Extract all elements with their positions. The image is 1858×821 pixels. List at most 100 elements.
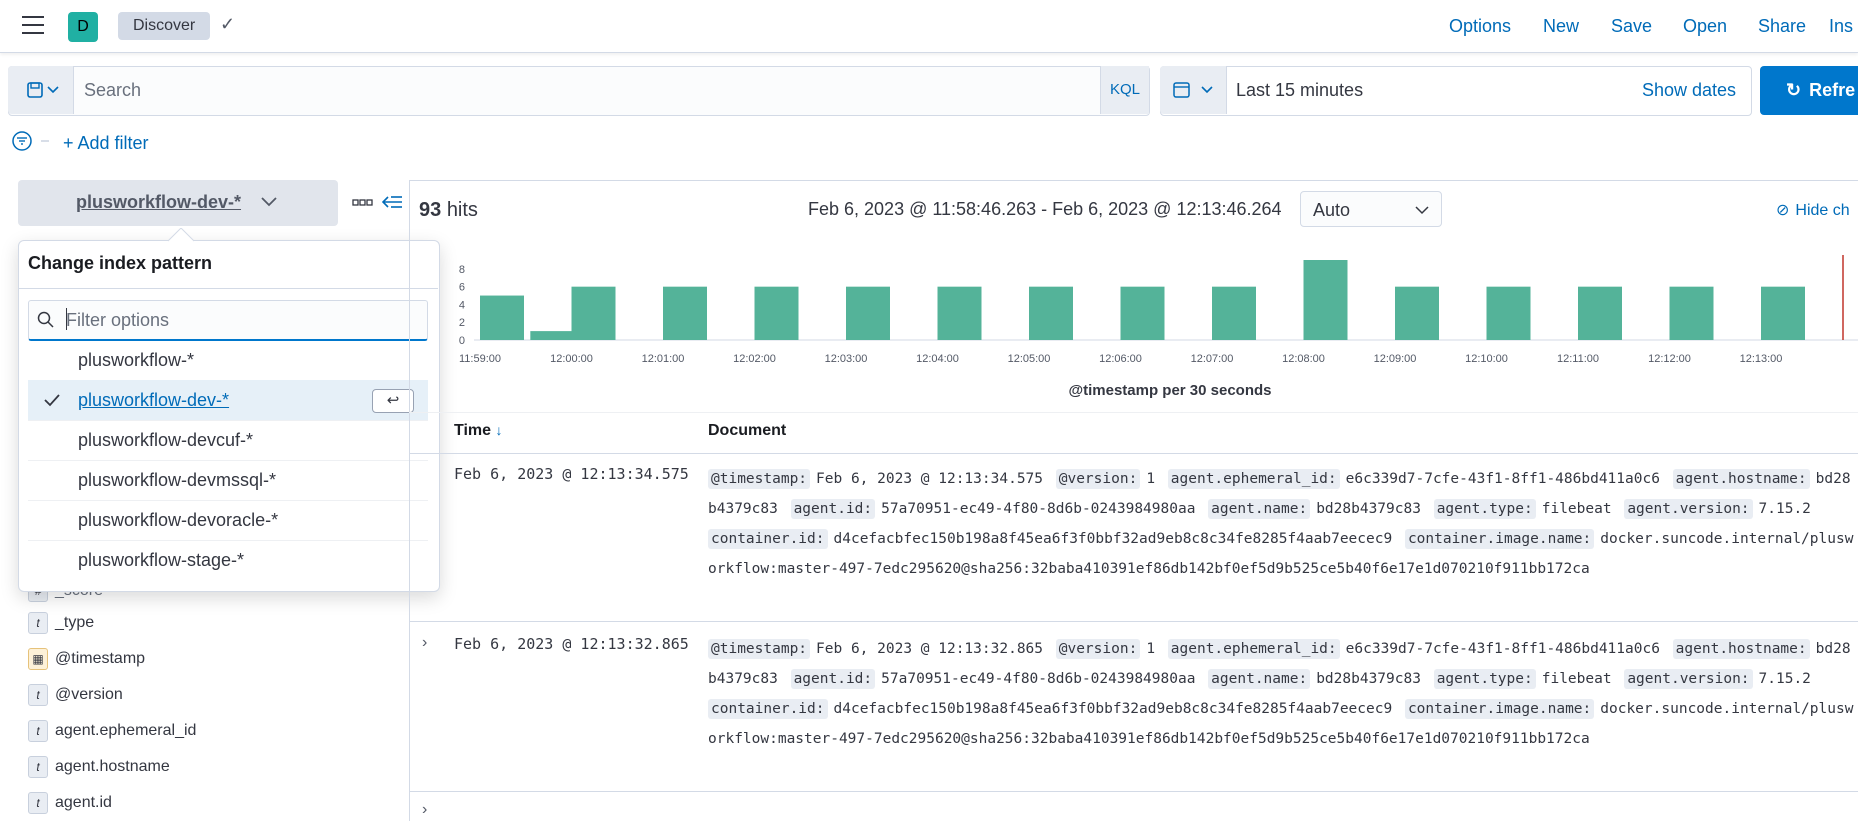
doc-field-value: filebeat [1541, 501, 1621, 517]
string-field-icon: t [28, 684, 48, 706]
expand-chevron-icon[interactable]: › [422, 801, 427, 819]
top-header [0, 0, 1858, 53]
field-item[interactable]: t @version [28, 684, 123, 706]
index-option[interactable]: plusworkflow-devmssql-* [28, 460, 428, 501]
eye-closed-icon: ⊘ [1776, 202, 1790, 219]
histogram-bar[interactable] [1761, 286, 1805, 340]
add-filter-button[interactable]: + Add filter [63, 133, 149, 154]
field-item[interactable]: t agent.hostname [28, 756, 170, 778]
histogram-bar[interactable] [754, 286, 799, 340]
doc-field-key: agent.ephemeral_id: [1167, 469, 1340, 489]
doc-field-key: @version: [1055, 639, 1141, 659]
nav-inspect[interactable]: Ins [1829, 16, 1853, 37]
x-tick-label: 11:59:00 [459, 353, 501, 365]
histogram-bar[interactable] [1395, 286, 1439, 340]
histogram-bar[interactable] [1120, 286, 1165, 340]
interval-select[interactable]: Auto [1300, 191, 1442, 227]
expand-chevron-icon[interactable]: › [422, 634, 427, 652]
histogram-bar[interactable] [937, 286, 982, 340]
field-name: agent.ephemeral_id [55, 722, 197, 740]
index-option[interactable]: plusworkflow-devcuf-* [28, 420, 428, 461]
histogram-bar[interactable] [1303, 260, 1348, 340]
collapse-sidebar-icon[interactable] [382, 194, 404, 212]
space-avatar[interactable]: D [68, 12, 98, 42]
index-option[interactable]: plusworkflow-* [28, 340, 428, 381]
x-tick-label: 12:07:00 [1191, 353, 1234, 365]
nav-open[interactable]: Open [1683, 16, 1727, 37]
row-time: Feb 6, 2023 @ 12:13:34.575 [454, 465, 689, 483]
time-range-label[interactable]: Last 15 minutes [1236, 80, 1363, 101]
show-dates-link[interactable]: Show dates [1642, 80, 1736, 101]
doc-field-value: 7.15.2 [1758, 501, 1811, 517]
histogram-bar[interactable] [1029, 286, 1073, 340]
field-item[interactable]: t agent.id [28, 792, 112, 814]
sort-down-icon[interactable]: ↓ [496, 422, 503, 438]
hide-chart-label: Hide ch [1795, 202, 1850, 219]
nav-share[interactable]: Share [1758, 16, 1806, 37]
index-option[interactable]: plusworkflow-stage-* [28, 540, 428, 580]
histogram-bar[interactable] [530, 331, 575, 340]
doc-field-key: agent.name: [1208, 669, 1311, 689]
doc-field-value: bd28b4379c83 [1316, 501, 1430, 517]
field-item[interactable]: t _type [28, 612, 94, 634]
doc-field-key: agent.ephemeral_id: [1167, 639, 1340, 659]
x-tick-label: 12:11:00 [1557, 353, 1599, 365]
histogram-bar[interactable] [846, 286, 890, 340]
saved-query-button[interactable] [8, 66, 74, 114]
column-time[interactable]: Time ↓ [454, 422, 503, 440]
field-item[interactable]: t agent.ephemeral_id [28, 720, 196, 742]
field-name: agent.id [55, 794, 112, 812]
options-icon[interactable] [352, 198, 374, 208]
doc-field-key: container.id: [708, 529, 828, 549]
histogram-bar[interactable] [571, 286, 616, 340]
hide-chart-button[interactable]: ⊘ Hide ch [1776, 200, 1850, 220]
histogram-bar[interactable] [1212, 286, 1256, 340]
histogram-bar[interactable] [480, 295, 524, 340]
filter-menu-icon[interactable] [12, 130, 52, 152]
histogram-bar[interactable] [1486, 286, 1531, 340]
histogram-bar[interactable] [663, 286, 707, 340]
chart-x-axis-title: @timestamp per 30 seconds [1068, 382, 1272, 399]
x-tick-label: 12:10:00 [1465, 353, 1508, 365]
menu-icon[interactable] [22, 16, 44, 34]
popover-arrow [168, 228, 194, 242]
kql-toggle[interactable]: KQL [1100, 66, 1149, 114]
search-input[interactable]: Search [84, 80, 141, 101]
field-item[interactable]: ▦ @timestamp [28, 648, 145, 670]
index-option-label: plusworkflow-devmssql-* [78, 470, 277, 490]
nav-save[interactable]: Save [1611, 16, 1652, 37]
doc-field-key: @timestamp: [708, 639, 811, 659]
histogram-chart[interactable]: 0 2 4 6 8 11:59:00 12:00:00 12:01:00 12:02:00 12:… [430, 245, 1858, 375]
enter-key-icon: ↩ [372, 389, 414, 413]
hits-label: hits [446, 199, 478, 221]
field-name: _type [55, 614, 95, 632]
checkmark-icon: ✓ [220, 14, 236, 34]
string-field-icon: t [28, 756, 48, 778]
doc-field-key: agent.hostname: [1672, 469, 1810, 489]
histogram-bar[interactable] [1669, 286, 1714, 340]
chevron-down-icon [1415, 206, 1429, 215]
doc-field-value: 1 [1146, 471, 1164, 487]
refresh-button[interactable]: ↻ Refre [1760, 66, 1858, 115]
nav-options[interactable]: Options [1449, 16, 1511, 37]
index-option-label: plusworkflow-devcuf-* [78, 430, 254, 450]
quick-menu-button[interactable] [1160, 66, 1227, 114]
doc-field-key: container.image.name: [1404, 529, 1595, 549]
calendar-icon [1173, 82, 1213, 98]
interval-value: Auto [1313, 200, 1351, 220]
date-field-icon: ▦ [28, 648, 48, 670]
index-option-label: plusworkflow-* [78, 350, 195, 370]
doc-field-key: agent.version: [1624, 669, 1753, 689]
index-pattern-current[interactable]: plusworkflow-dev-* [76, 192, 241, 213]
breadcrumb-discover[interactable]: Discover [118, 12, 211, 40]
x-tick-label: 12:06:00 [1099, 353, 1142, 365]
nav-new[interactable]: New [1543, 16, 1579, 37]
row-divider [409, 791, 1858, 792]
y-tick-label: 4 [459, 299, 465, 311]
popover-title: Change index pattern [28, 253, 213, 273]
column-time-label: Time [454, 422, 492, 439]
index-option[interactable]: plusworkflow-devoracle-* [28, 500, 428, 541]
index-option-selected[interactable]: plusworkflow-dev-* ↩ [28, 380, 428, 421]
doc-field-key: agent.version: [1624, 499, 1753, 519]
histogram-bar[interactable] [1578, 286, 1622, 340]
